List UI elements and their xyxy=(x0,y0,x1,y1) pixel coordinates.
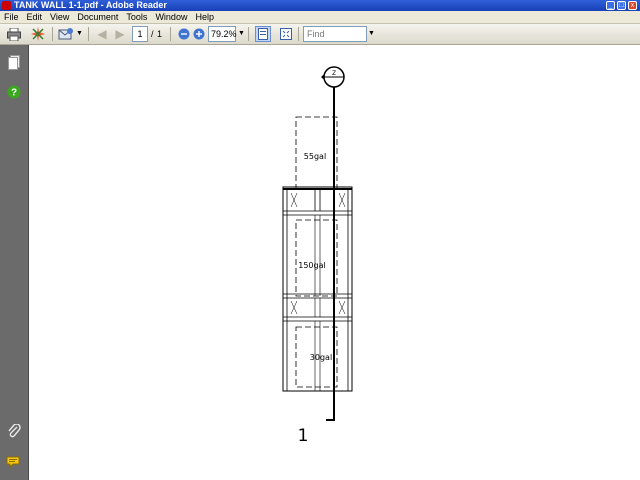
window-title: TANK WALL 1-1.pdf - Adobe Reader xyxy=(14,0,167,10)
organizer-icon[interactable] xyxy=(30,26,46,42)
single-page-view-icon[interactable] xyxy=(255,26,271,42)
svg-text:?: ? xyxy=(11,88,17,99)
tank-label-30gal: 30gal xyxy=(310,353,332,362)
maximize-button[interactable]: □ xyxy=(617,1,626,10)
zoom-in-icon[interactable] xyxy=(191,26,207,42)
pages-icon[interactable] xyxy=(6,54,22,70)
title-bar: TANK WALL 1-1.pdf - Adobe Reader _ □ x xyxy=(0,0,640,11)
menu-file[interactable]: File xyxy=(0,11,23,23)
zoom-out-icon[interactable] xyxy=(176,26,192,42)
fit-page-icon[interactable] xyxy=(278,26,294,42)
tank-label-55gal: 55gal xyxy=(304,152,326,161)
minimize-button[interactable]: _ xyxy=(606,1,615,10)
previous-page-icon[interactable]: ◀ xyxy=(94,26,110,42)
zoom-dropdown-icon[interactable]: ▼ xyxy=(238,26,245,42)
zoom-level-input[interactable]: 79.2% xyxy=(208,26,237,42)
find-input[interactable]: Find xyxy=(303,26,367,42)
menu-bar: File Edit View Document Tools Window Help xyxy=(0,11,640,24)
page-separator: / xyxy=(151,29,154,39)
help-icon[interactable]: ? xyxy=(6,84,22,100)
menu-document[interactable]: Document xyxy=(73,11,122,23)
tank-wall-drawing: Z 55gal 150gal 30gal 1 xyxy=(282,66,353,446)
menu-tools[interactable]: Tools xyxy=(122,11,151,23)
navigation-pane: ? xyxy=(0,45,29,480)
document-view[interactable]: Z 55gal 150gal 30gal 1 xyxy=(29,45,640,480)
close-button[interactable]: x xyxy=(628,1,637,10)
chevron-down-icon[interactable]: ▼ xyxy=(76,26,83,42)
tank-150gal-outline xyxy=(295,219,338,297)
adobe-reader-icon xyxy=(2,1,11,10)
attachments-icon[interactable] xyxy=(6,423,22,439)
toolbar: ▼ ◀ ▶ 1 / 1 79.2% ▼ Find ▼ xyxy=(0,24,640,45)
print-icon[interactable] xyxy=(6,26,22,42)
total-pages: 1 xyxy=(157,29,163,39)
comments-icon[interactable] xyxy=(6,454,22,470)
menu-view[interactable]: View xyxy=(46,11,73,23)
find-dropdown-icon[interactable]: ▼ xyxy=(368,26,375,42)
page-number-input[interactable]: 1 xyxy=(132,26,148,42)
section-marker-label: Z xyxy=(332,70,336,77)
next-page-icon[interactable]: ▶ xyxy=(112,26,128,42)
menu-help[interactable]: Help xyxy=(191,11,218,23)
menu-window[interactable]: Window xyxy=(151,11,191,23)
tank-label-150gal: 150gal xyxy=(298,261,325,270)
section-number: 1 xyxy=(298,426,309,446)
menu-edit[interactable]: Edit xyxy=(23,11,47,23)
email-icon[interactable] xyxy=(58,26,74,42)
